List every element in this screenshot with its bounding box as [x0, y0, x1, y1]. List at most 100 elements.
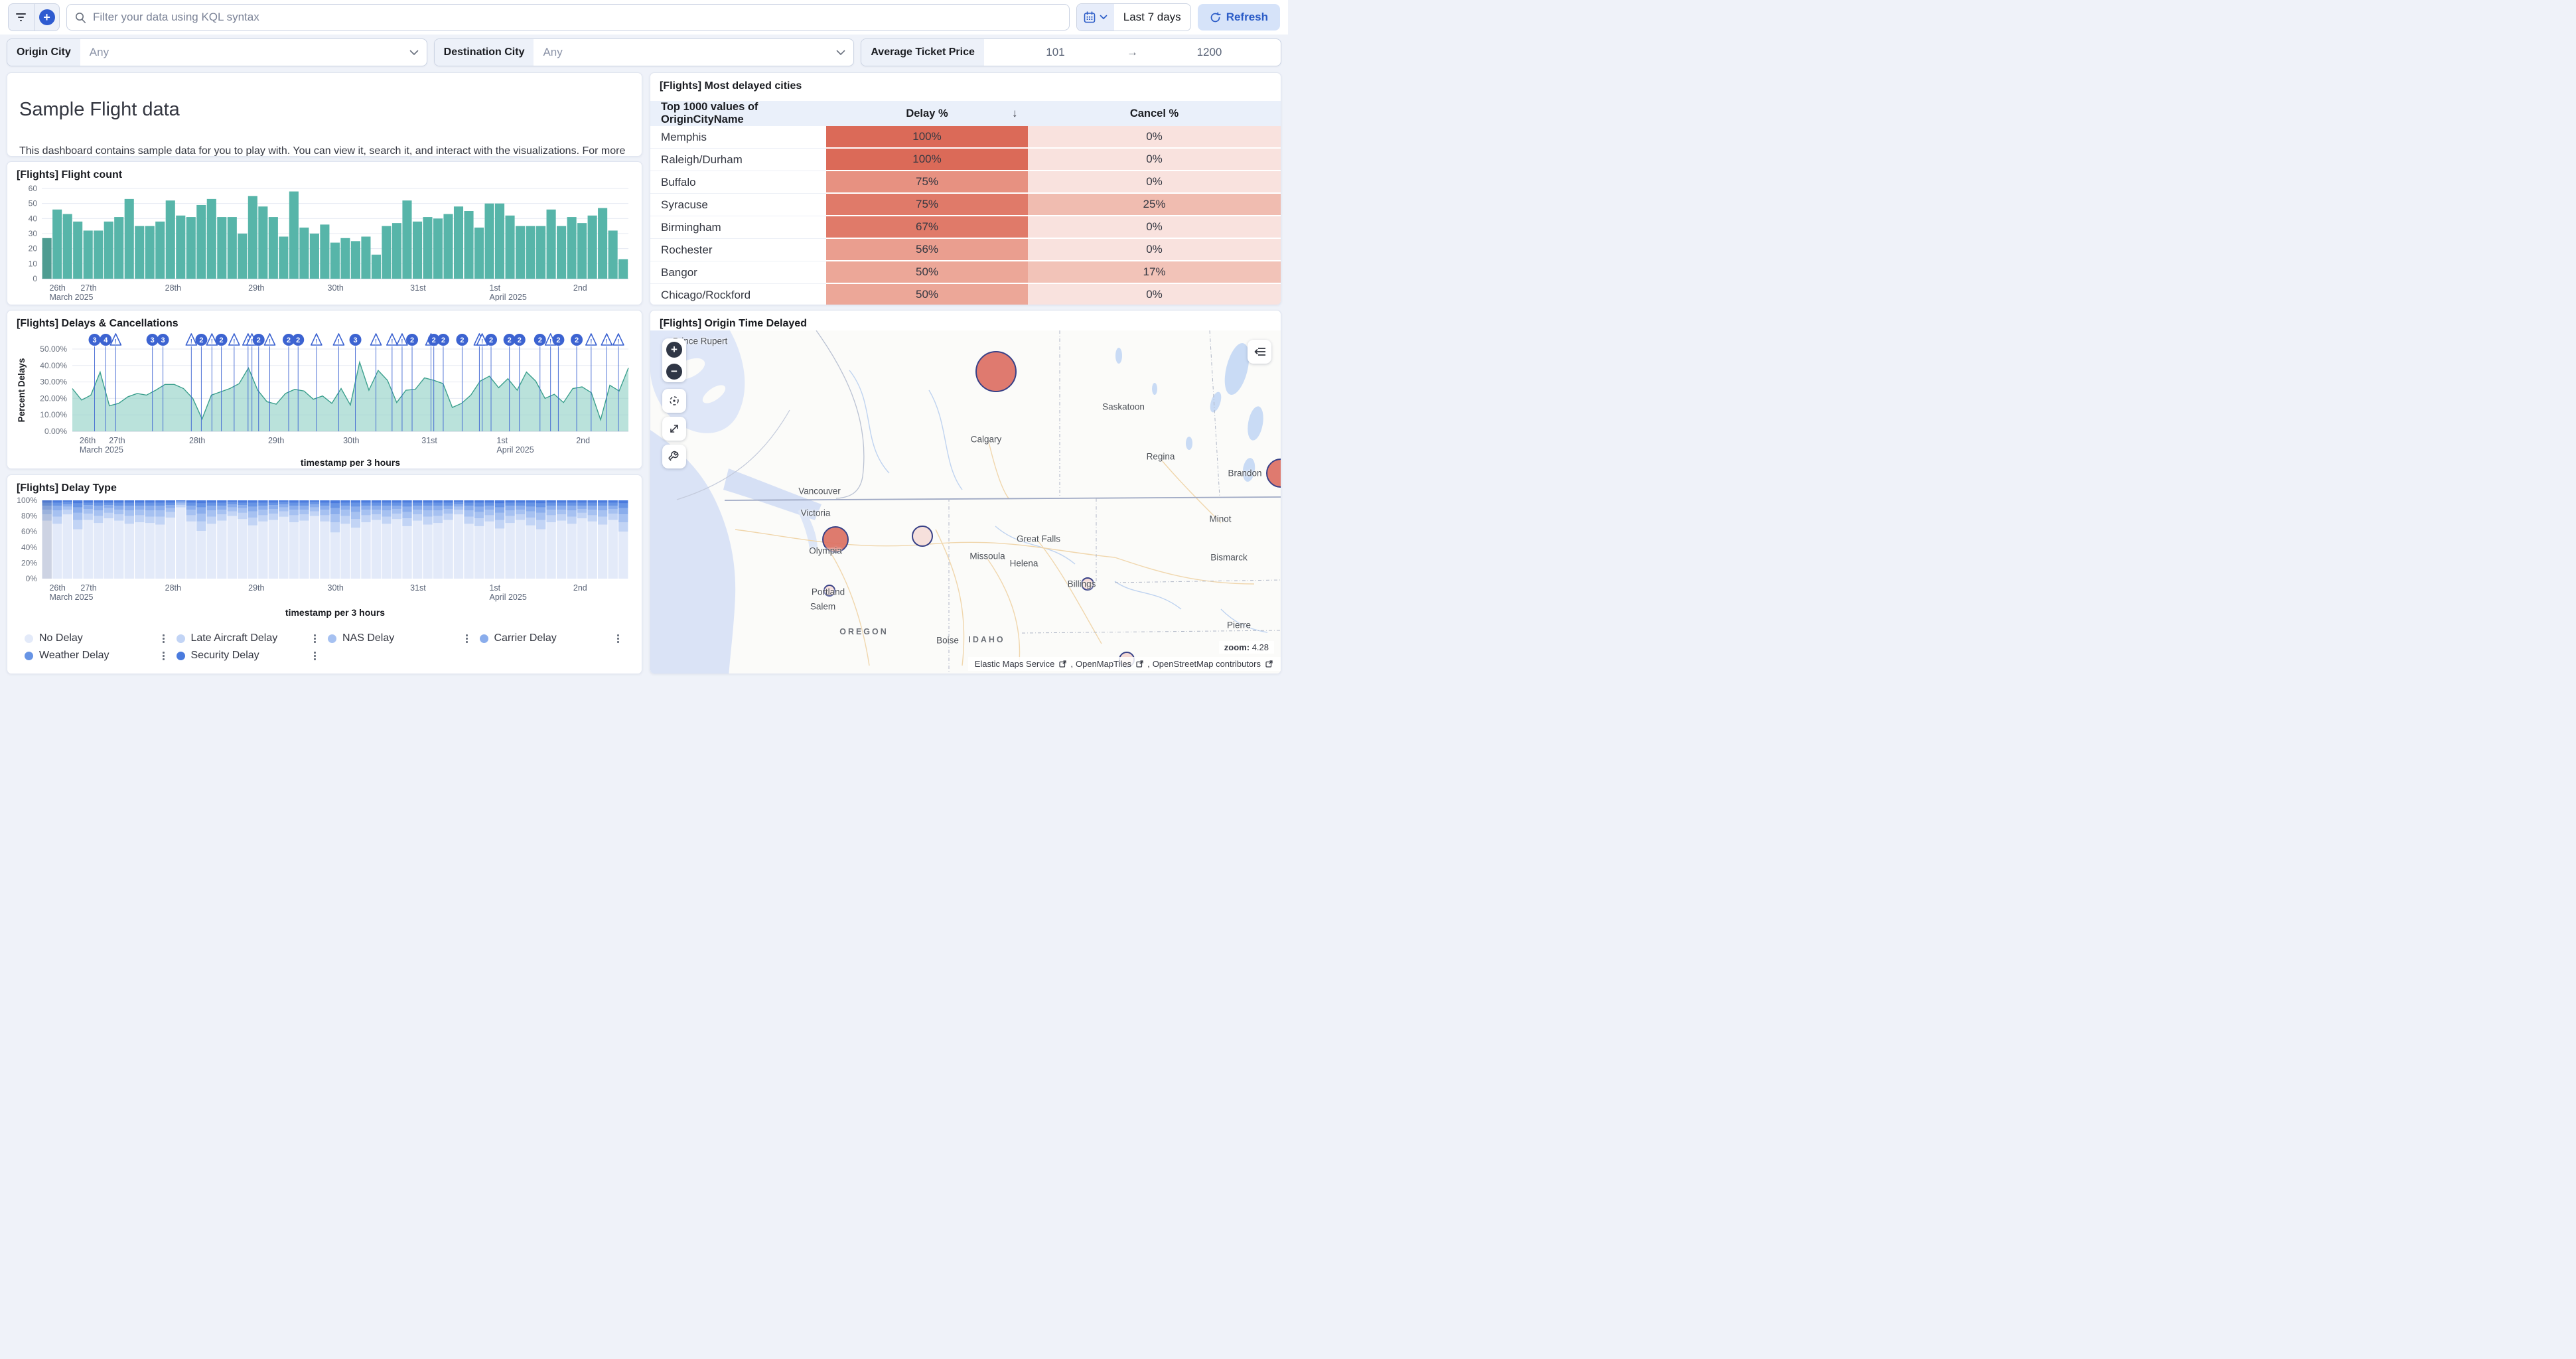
kql-search-input[interactable]: [92, 10, 1061, 25]
add-filter-button[interactable]: +: [34, 4, 59, 31]
cell-cancel-percent[interactable]: 0%: [1028, 149, 1281, 171]
search-icon: [75, 12, 86, 23]
col-header-delay[interactable]: Delay %: [826, 101, 1028, 126]
svg-text:2: 2: [575, 336, 579, 344]
legend-item-menu-icon[interactable]: [314, 652, 316, 660]
kql-search-box[interactable]: [66, 4, 1070, 31]
table-row: Memphis100%0%: [650, 126, 1281, 149]
svg-text:2: 2: [460, 336, 464, 344]
svg-text:50: 50: [29, 199, 38, 208]
legend-item-carrier-delay[interactable]: Carrier Delay: [480, 632, 632, 644]
attribution-link[interactable]: OpenStreetMap contributors: [1153, 659, 1261, 669]
date-range-label[interactable]: Last 7 days: [1114, 4, 1190, 31]
delays-cancellations-chart[interactable]: 0.00%10.00%20.00%30.00%40.00%50.00%34!33…: [15, 332, 632, 467]
flight-count-chart[interactable]: 010203040506026thMarch 202527th28th29th3…: [15, 184, 632, 301]
avg-ticket-price-filter[interactable]: Average Ticket Price 101 → 1200: [861, 38, 1281, 66]
external-link-icon: [1136, 660, 1143, 668]
legend-label: No Delay: [39, 632, 83, 644]
legend-color-dot: [328, 634, 336, 643]
svg-text:28th: 28th: [165, 583, 181, 593]
cell-cancel-percent[interactable]: 0%: [1028, 284, 1281, 305]
cell-delay-percent[interactable]: 50%: [826, 261, 1028, 284]
svg-text:4: 4: [104, 336, 108, 344]
legend-item-menu-icon[interactable]: [163, 634, 165, 643]
destination-city-filter[interactable]: Destination City Any: [434, 38, 855, 66]
map-city-label-helena: Helena: [1010, 559, 1038, 569]
svg-text:1st: 1st: [489, 283, 500, 293]
cell-city: Chicago/Rockford: [650, 284, 826, 305]
legend-item-nas-delay[interactable]: NAS Delay: [328, 632, 480, 644]
map-legend-toggle-button[interactable]: [1248, 340, 1271, 364]
filter-menu-button[interactable]: [9, 4, 34, 31]
table-row: Raleigh/Durham100%0%: [650, 149, 1281, 171]
legend-item-no-delay[interactable]: No Delay: [25, 632, 177, 644]
map-city-label-calgary: Calgary: [971, 435, 1002, 445]
destination-city-value: Any: [534, 39, 828, 66]
cell-cancel-percent[interactable]: 17%: [1028, 261, 1281, 284]
svg-text:Percent Delays: Percent Delays: [17, 358, 27, 423]
map-fullscreen-button[interactable]: [662, 417, 686, 441]
kibana-dashboard: + Last 7 days: [0, 0, 1288, 680]
origin-city-filter[interactable]: Origin City Any: [7, 38, 427, 66]
delay-type-chart[interactable]: 0%20%40%60%80%100%26thMarch 202527th28th…: [15, 496, 632, 626]
svg-text:31st: 31st: [421, 436, 437, 445]
price-max-value[interactable]: 1200: [1138, 46, 1281, 59]
cell-delay-percent[interactable]: 75%: [826, 171, 1028, 194]
legend-item-menu-icon[interactable]: [466, 634, 468, 643]
panel-sample-flight-data: Sample Flight data This dashboard contai…: [7, 72, 642, 157]
cell-cancel-percent[interactable]: 0%: [1028, 216, 1281, 239]
svg-text:29th: 29th: [248, 583, 264, 593]
cell-cancel-percent[interactable]: 0%: [1028, 126, 1281, 149]
cell-cancel-percent[interactable]: 0%: [1028, 171, 1281, 194]
expand-icon: [668, 423, 680, 435]
legend-item-security-delay[interactable]: Security Delay: [177, 650, 328, 662]
calendar-icon: [1084, 11, 1096, 23]
svg-text:40.00%: 40.00%: [40, 361, 67, 370]
svg-text:40%: 40%: [21, 543, 37, 552]
date-picker[interactable]: Last 7 days: [1076, 3, 1191, 31]
col-header-cancel[interactable]: Cancel %: [1028, 101, 1281, 126]
legend-item-menu-icon[interactable]: [617, 634, 619, 643]
col-header-origin-city[interactable]: Top 1000 values of OriginCityName: [650, 101, 826, 126]
svg-text:3: 3: [92, 336, 96, 344]
svg-text:!: !: [617, 338, 619, 345]
map-bubble[interactable]: [975, 351, 1017, 392]
map-zoom-in-button[interactable]: +: [666, 342, 682, 358]
price-min-value[interactable]: 101: [984, 46, 1127, 59]
refresh-button[interactable]: Refresh: [1198, 4, 1280, 31]
map-zoom-out-button[interactable]: −: [666, 364, 682, 380]
legend-label: NAS Delay: [342, 632, 394, 644]
legend-item-menu-icon[interactable]: [163, 652, 165, 660]
svg-text:2: 2: [518, 336, 522, 344]
arrow-right-icon: →: [1127, 46, 1138, 59]
cell-cancel-percent[interactable]: 25%: [1028, 194, 1281, 216]
cell-delay-percent[interactable]: 100%: [826, 149, 1028, 171]
legend-color-dot: [25, 652, 33, 660]
legend-item-menu-icon[interactable]: [314, 634, 316, 643]
table-body: Memphis100%0%Raleigh/Durham100%0%Buffalo…: [650, 126, 1281, 305]
map-canvas[interactable]: Prince RupertSaskatoonCalgaryReginaBrand…: [650, 330, 1281, 674]
map-bubble[interactable]: [912, 526, 933, 547]
map-state-label-idaho: IDAHO: [968, 635, 1005, 644]
legend-item-weather-delay[interactable]: Weather Delay: [25, 650, 177, 662]
date-picker-quick-menu[interactable]: [1077, 4, 1114, 31]
svg-text:100%: 100%: [17, 496, 37, 505]
map-tools-button[interactable]: [662, 445, 686, 468]
map-set-to-data-bounds-button[interactable]: [662, 389, 686, 413]
cell-delay-percent[interactable]: 67%: [826, 216, 1028, 239]
table-row: Bangor50%17%: [650, 261, 1281, 284]
sort-descending-icon[interactable]: ↓: [1012, 101, 1018, 126]
cell-delay-percent[interactable]: 50%: [826, 284, 1028, 305]
svg-text:30th: 30th: [328, 583, 344, 593]
cell-cancel-percent[interactable]: 0%: [1028, 239, 1281, 261]
svg-text:!: !: [401, 338, 403, 345]
legend-label: Security Delay: [191, 650, 259, 662]
map-city-label-olympia: Olympia: [809, 546, 842, 556]
legend-item-late-aircraft-delay[interactable]: Late Aircraft Delay: [177, 632, 328, 644]
attribution-link[interactable]: Elastic Maps Service: [975, 659, 1055, 669]
attribution-link[interactable]: OpenMapTiles: [1076, 659, 1131, 669]
cell-delay-percent[interactable]: 75%: [826, 194, 1028, 216]
svg-text:2: 2: [257, 336, 261, 344]
cell-delay-percent[interactable]: 100%: [826, 126, 1028, 149]
cell-delay-percent[interactable]: 56%: [826, 239, 1028, 261]
